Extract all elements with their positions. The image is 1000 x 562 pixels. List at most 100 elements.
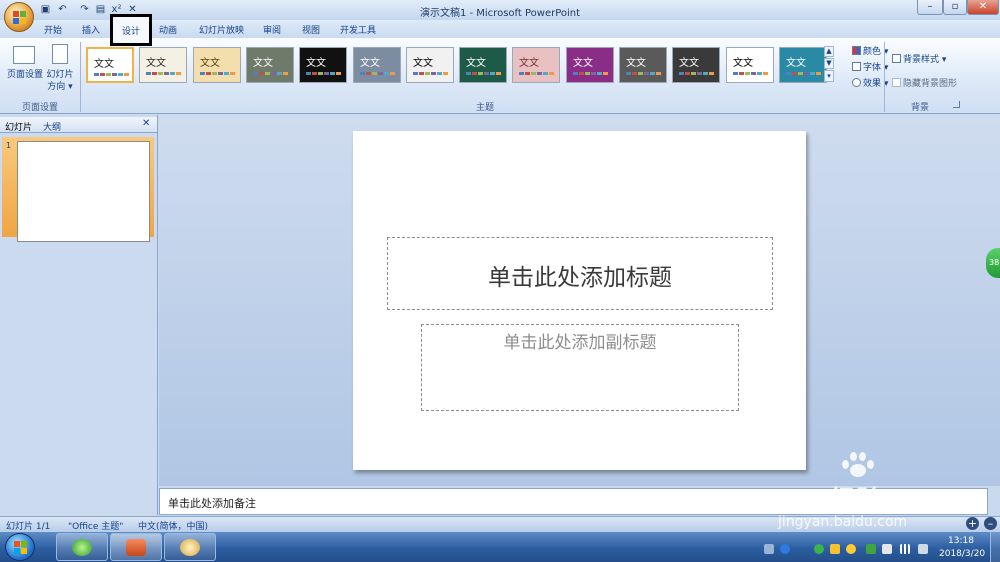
- theme-sample-text: 文文: [573, 58, 593, 69]
- theme-thumbnail[interactable]: 文文: [779, 47, 827, 83]
- floating-badge[interactable]: 38: [986, 248, 1000, 278]
- page-setup-button[interactable]: 页面设置: [4, 69, 46, 81]
- panel-close-icon[interactable]: ✕: [142, 118, 150, 129]
- device-tray-icon[interactable]: [882, 544, 892, 554]
- color-palette-icon: [852, 46, 861, 55]
- close-button[interactable]: ✕: [967, 0, 999, 15]
- office-logo-icon: [13, 11, 26, 24]
- taskbar-paint-button[interactable]: [164, 533, 216, 561]
- theme-thumbnail[interactable]: 文文: [353, 47, 401, 83]
- theme-thumbnail[interactable]: 文文: [726, 47, 774, 83]
- tab-review[interactable]: 审阅: [263, 23, 281, 36]
- theme-sample-text: 文文: [786, 58, 806, 69]
- slide-orientation-dropdown[interactable]: 方向 ▾: [45, 81, 75, 93]
- tab-outline[interactable]: 大纲: [43, 120, 61, 133]
- gallery-more-icon[interactable]: ▾: [824, 70, 834, 82]
- theme-fonts-button[interactable]: 字体 ▾: [852, 60, 888, 73]
- slide-count-status: 幻灯片 1/1: [6, 522, 51, 532]
- zoom-in-icon[interactable]: +: [966, 517, 979, 530]
- page-setup-icon[interactable]: [13, 46, 35, 64]
- hide-background-graphics-checkbox[interactable]: 隐藏背景图形: [892, 76, 957, 89]
- theme-color-swatches: [786, 72, 821, 75]
- taskbar-powerpoint-button[interactable]: [110, 533, 162, 561]
- tab-slides[interactable]: 幻灯片: [5, 120, 32, 133]
- tab-developer[interactable]: 开发工具: [340, 23, 376, 36]
- theme-color-swatches: [519, 72, 554, 75]
- theme-thumbnail[interactable]: 文文: [246, 47, 294, 83]
- office-button[interactable]: [4, 2, 34, 32]
- theme-thumbnail[interactable]: 文文: [566, 47, 614, 83]
- help-tray-icon[interactable]: [780, 544, 790, 554]
- theme-sample-text: 文文: [519, 58, 539, 69]
- qq-tray-icon[interactable]: [846, 544, 856, 554]
- tab-design-label: 设计: [121, 27, 140, 37]
- paint-palette-icon: [180, 539, 200, 556]
- network-signal-icon[interactable]: [900, 544, 910, 554]
- shield-tray-icon[interactable]: [830, 544, 840, 554]
- theme-thumbnail[interactable]: 文文: [619, 47, 667, 83]
- themes-group-label: 主题: [475, 103, 494, 113]
- slide-canvas[interactable]: 单击此处添加标题 单击此处添加副标题: [353, 131, 806, 470]
- show-desktop-button[interactable]: [990, 532, 1000, 562]
- theme-color-swatches: [360, 72, 395, 75]
- effects-icon: [852, 78, 861, 87]
- theme-thumbnail[interactable]: 文文: [299, 47, 347, 83]
- taskbar-browser-button[interactable]: [56, 533, 108, 561]
- security-tray-icon[interactable]: [814, 544, 824, 554]
- minimize-button[interactable]: –: [917, 0, 943, 15]
- slides-panel: 幻灯片 大纲 ✕ 1: [0, 115, 158, 515]
- theme-color-swatches: [679, 72, 714, 75]
- theme-sample-text: 文文: [466, 58, 486, 69]
- background-styles-button[interactable]: 背景样式 ▾: [892, 52, 946, 65]
- title-placeholder[interactable]: 单击此处添加标题: [387, 237, 773, 310]
- language-status[interactable]: 中文(简体，中国): [138, 519, 208, 532]
- dialog-launcher-icon[interactable]: [953, 101, 960, 108]
- theme-color-swatches: [146, 72, 181, 75]
- slide-thumbnail[interactable]: [17, 141, 150, 242]
- tab-home[interactable]: 开始: [44, 23, 62, 36]
- tab-view[interactable]: 视图: [302, 23, 320, 36]
- theme-color-swatches: [573, 72, 608, 75]
- theme-sample-text: 文文: [306, 58, 326, 69]
- tab-slideshow[interactable]: 幻灯片放映: [199, 23, 244, 36]
- theme-thumbnail[interactable]: 文文: [193, 47, 241, 83]
- background-group-label: 背景: [910, 103, 929, 113]
- maximize-button[interactable]: ▫: [943, 0, 967, 15]
- keyboard-tray-icon[interactable]: [764, 544, 774, 554]
- fit-slide-icon[interactable]: –: [984, 517, 997, 530]
- notes-placeholder: 单击此处添加备注: [168, 497, 256, 510]
- theme-thumbnail[interactable]: 文文: [139, 47, 187, 83]
- tab-design[interactable]: 设计: [110, 14, 152, 46]
- clock-date[interactable]: 2018/3/20: [939, 549, 985, 559]
- theme-color-swatches: [94, 73, 129, 76]
- app-tray-icon[interactable]: [866, 544, 876, 554]
- windows-logo-icon: [14, 541, 27, 554]
- notes-pane[interactable]: 单击此处添加备注: [159, 488, 988, 515]
- taskbar: 13:18 2018/3/20: [0, 532, 1000, 562]
- theme-thumbnail[interactable]: 文文: [406, 47, 454, 83]
- theme-thumbnail[interactable]: 文文: [459, 47, 507, 83]
- hide-background-graphics-label: 隐藏背景图形: [903, 79, 958, 89]
- gallery-up-arrow-icon[interactable]: ▲: [824, 46, 834, 57]
- background-styles-icon: [892, 54, 901, 63]
- theme-thumbnail[interactable]: 文文: [672, 47, 720, 83]
- tab-insert[interactable]: 插入: [82, 23, 100, 36]
- volume-icon[interactable]: [918, 544, 928, 554]
- theme-sample-text: 文文: [626, 58, 646, 69]
- theme-colors-button[interactable]: 颜色 ▾: [852, 44, 888, 57]
- theme-effects-button[interactable]: 效果 ▾: [852, 76, 888, 89]
- subtitle-placeholder[interactable]: 单击此处添加副标题: [421, 324, 739, 411]
- theme-thumbnail[interactable]: 文文: [86, 47, 134, 83]
- status-bar: 幻灯片 1/1 "Office 主题" 中文(简体，中国) + –: [0, 516, 1000, 532]
- background-styles-label: 背景样式 ▾: [903, 55, 947, 65]
- theme-sample-text: 文文: [413, 58, 433, 69]
- slide-orientation-button[interactable]: 幻灯片: [45, 69, 75, 81]
- gallery-down-arrow-icon[interactable]: ▼: [824, 58, 834, 69]
- theme-thumbnail[interactable]: 文文: [512, 47, 560, 83]
- tab-animations[interactable]: 动画: [159, 23, 177, 36]
- slide-orientation-icon[interactable]: [52, 44, 68, 64]
- start-button[interactable]: [5, 533, 35, 561]
- clock-time[interactable]: 13:18: [948, 536, 974, 546]
- theme-sample-text: 文文: [146, 58, 166, 69]
- checkbox-icon: [892, 78, 901, 87]
